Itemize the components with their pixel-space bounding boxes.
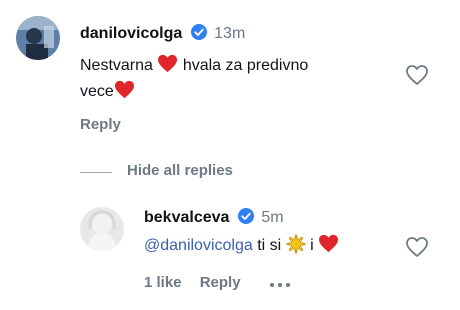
reply-avatar[interactable] [80, 207, 124, 251]
reply-text-part1: ti si [257, 237, 282, 254]
reply-text: @danilovicolga ti si i [144, 233, 339, 257]
reply-username[interactable]: bekvalceva [144, 209, 229, 226]
reply-header: bekvalceva 5m [144, 208, 284, 228]
comment-header: danilovicolga 13m [80, 24, 245, 44]
reply-reply-button[interactable]: Reply [200, 274, 241, 291]
verified-badge-icon [237, 208, 258, 226]
red-heart-icon [157, 54, 182, 74]
heart-outline-icon [406, 65, 428, 85]
comment-text: Nestvarna hvala za predivno vece [80, 53, 380, 105]
reply-text-part2: i [310, 237, 314, 254]
reply-likes-count[interactable]: 1 like [144, 274, 182, 291]
comment-time: 13m [214, 25, 246, 42]
sun-icon [285, 233, 310, 255]
comment-avatar[interactable] [16, 16, 60, 60]
heart-outline-icon [406, 237, 428, 257]
red-heart-icon [318, 234, 339, 254]
comment-text-part2: hvala za predivno [182, 57, 309, 74]
comment-username[interactable]: danilovicolga [80, 25, 182, 42]
reply-mention-link[interactable]: @danilovicolga [144, 237, 253, 254]
reply-actions: 1 like Reply [144, 274, 291, 294]
comment-reply-button[interactable]: Reply [80, 116, 121, 133]
comment-text-part1: Nestvarna [80, 57, 153, 74]
replies-divider-line [80, 172, 112, 173]
more-dots-icon[interactable] [269, 275, 291, 292]
comment-like-button[interactable] [405, 64, 429, 91]
reply-time: 5m [261, 209, 284, 226]
reply-like-button[interactable] [405, 236, 429, 263]
hide-replies-button[interactable]: Hide all replies [127, 162, 233, 179]
red-heart-icon [114, 80, 135, 100]
verified-badge-icon [190, 24, 211, 42]
comment-text-part3: vece [80, 83, 114, 100]
